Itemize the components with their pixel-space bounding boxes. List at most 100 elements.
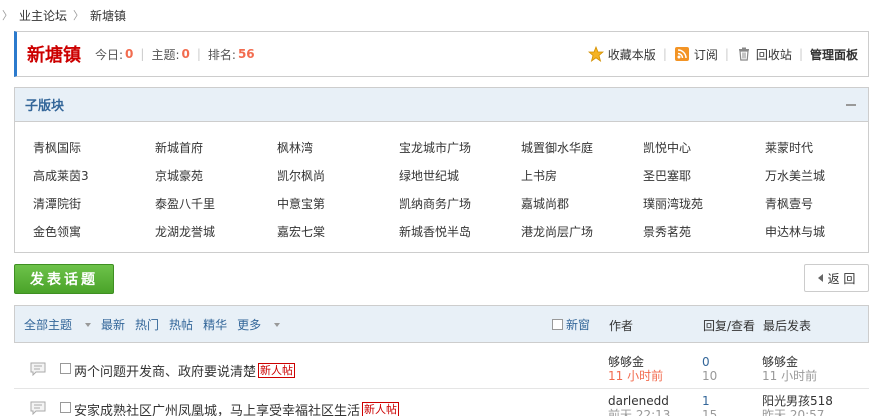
thread-checkbox[interactable] — [60, 402, 71, 413]
last-post-user[interactable]: 阳光男孩518 — [762, 394, 833, 408]
subforum-link[interactable]: 嘉城尚郡 — [521, 190, 643, 218]
filter-all-label: 全部主题 — [24, 317, 73, 332]
subforum-link[interactable]: 金色领寓 — [33, 218, 155, 246]
subscribe-button[interactable]: 订阅 — [674, 46, 718, 63]
new-topic-button[interactable]: 发表话题 — [14, 264, 114, 294]
back-button[interactable]: 返 回 — [804, 264, 869, 292]
subforum-link[interactable]: 绿地世纪城 — [399, 162, 521, 190]
new-window-label: 新窗 — [566, 318, 591, 332]
stat-rank-value: 56 — [237, 47, 255, 61]
reply-count[interactable]: 0 — [702, 355, 717, 369]
subforum-link[interactable]: 璞丽湾珑苑 — [643, 190, 765, 218]
subforum-link[interactable]: 高成莱茵3 — [33, 162, 155, 190]
filter-more[interactable]: 更多 — [237, 316, 281, 333]
back-label: 返 回 — [827, 271, 856, 286]
subforum-link[interactable]: 凯纳商务广场 — [399, 190, 521, 218]
view-count: 10 — [702, 369, 718, 383]
view-count: 15 — [702, 408, 718, 416]
subforum-link[interactable]: 宝龙城市广场 — [399, 134, 521, 162]
divider: | — [662, 47, 667, 61]
last-post-user[interactable]: 够够金 — [762, 355, 817, 369]
thread-counts: 1 15 — [702, 394, 717, 416]
subforum-panel: 子版块 青枫国际 新城首府 枫林湾 宝龙城市广场 城置御水华庭 凯悦中心 莱蒙时… — [14, 87, 869, 253]
thread-last-post: 够够金 11 小时前 — [762, 355, 817, 383]
subforum-link[interactable]: 龙湖龙誉城 — [155, 218, 277, 246]
thread-title[interactable]: 两个问题开发商、政府要说清楚 — [74, 361, 256, 380]
filter-digest[interactable]: 精华 — [203, 316, 227, 333]
subforum-link[interactable]: 申达林与城 — [765, 218, 883, 246]
trash-icon — [738, 47, 749, 61]
subforum-link[interactable]: 凯尔枫尚 — [277, 162, 399, 190]
subforum-link[interactable]: 上书房 — [521, 162, 643, 190]
subforum-link[interactable]: 嘉宏七棠 — [277, 218, 399, 246]
divider: | — [724, 47, 729, 61]
last-post-time[interactable]: 昨天 20:57 — [762, 408, 833, 416]
subforum-link[interactable]: 万水美兰城 — [765, 162, 883, 190]
subforum-panel-header: 子版块 — [15, 88, 868, 122]
thread-row: 两个问题开发商、政府要说清楚 新人帖 够够金 11 小时前 0 10 够够金 1… — [14, 351, 869, 389]
favorite-label: 收藏本版 — [607, 47, 656, 62]
new-window-checkbox[interactable] — [552, 319, 563, 330]
subforum-link[interactable]: 新城首府 — [155, 134, 277, 162]
new-window-toggle[interactable]: 新窗 — [552, 316, 590, 333]
subforum-link[interactable]: 景秀茗苑 — [643, 218, 765, 246]
thread-filters: 全部主题 最新 热门 热帖 精华 更多 — [24, 316, 290, 333]
thread-title-wrap: 安家成熟社区广州凤凰城，马上享受幸福社区生活 新人帖 — [74, 400, 400, 416]
comment-icon — [30, 362, 46, 376]
recycle-bin-button[interactable]: 回收站 — [736, 46, 792, 63]
subforum-link[interactable]: 港龙尚层广场 — [521, 218, 643, 246]
author-name[interactable]: 够够金 — [608, 355, 663, 369]
stat-rank-label: 排名: — [207, 47, 236, 62]
subforum-panel-title: 子版块 — [25, 99, 65, 114]
divider: | — [798, 47, 803, 61]
subforum-link[interactable]: 中意宝第 — [277, 190, 399, 218]
divider: | — [196, 47, 201, 61]
filter-hot[interactable]: 热帖 — [169, 316, 193, 333]
caret-left-icon — [817, 274, 823, 282]
filter-all[interactable]: 全部主题 — [24, 316, 92, 333]
subforum-link[interactable]: 青枫国际 — [33, 134, 155, 162]
chevron-right-icon: 〉 — [2, 9, 13, 22]
filter-popular[interactable]: 热门 — [135, 316, 159, 333]
chevron-down-icon — [85, 323, 92, 327]
breadcrumb-current[interactable]: 新塘镇 — [90, 7, 126, 24]
subforum-link[interactable]: 莱蒙时代 — [765, 134, 883, 162]
thread-author: darlenedd 前天 22:13 — [608, 394, 670, 416]
post-time: 前天 22:13 — [608, 408, 671, 416]
thread-author: 够够金 11 小时前 — [608, 355, 663, 383]
subforum-link[interactable]: 新城香悦半岛 — [399, 218, 521, 246]
subforum-link[interactable]: 圣巴塞耶 — [643, 162, 765, 190]
subforum-link[interactable]: 泰盈八千里 — [155, 190, 277, 218]
manage-panel-link[interactable]: 管理面板 — [810, 46, 858, 63]
thread-list-header: 全部主题 最新 热门 热帖 精华 更多 新窗 作者 回复/查看 最后发表 — [14, 305, 869, 343]
subscribe-label: 订阅 — [693, 47, 718, 62]
last-post-time[interactable]: 11 小时前 — [762, 369, 817, 383]
divider: | — [140, 47, 145, 61]
reply-count[interactable]: 1 — [702, 394, 717, 408]
stat-today-label: 今日: — [95, 47, 124, 62]
subforum-link[interactable]: 清潭院街 — [33, 190, 155, 218]
column-reply-view: 回复/查看 — [703, 319, 756, 333]
thread-checkbox[interactable] — [60, 363, 71, 374]
subforum-link[interactable]: 枫林湾 — [277, 134, 399, 162]
author-name[interactable]: darlenedd — [608, 394, 670, 408]
new-user-badge: 新人帖 — [258, 363, 296, 378]
forum-title[interactable]: 新塘镇 — [27, 41, 81, 67]
collapse-icon[interactable] — [846, 104, 856, 106]
favorite-button[interactable]: 收藏本版 — [587, 46, 656, 63]
recycle-bin-label: 回收站 — [755, 47, 792, 62]
subforum-link[interactable]: 京城豪苑 — [155, 162, 277, 190]
subforum-link[interactable]: 青枫壹号 — [765, 190, 883, 218]
thread-title-wrap: 两个问题开发商、政府要说清楚 新人帖 — [74, 361, 296, 380]
chevron-down-icon — [274, 323, 281, 327]
subforum-link[interactable]: 城置御水华庭 — [521, 134, 643, 162]
breadcrumb-forum-home[interactable]: 业主论坛 — [19, 7, 67, 24]
forum-stats: 今日: 0 | 主题: 0 | 排名: 56 — [95, 46, 255, 63]
filter-latest[interactable]: 最新 — [101, 316, 125, 333]
post-time: 11 小时前 — [608, 369, 664, 383]
subforum-link[interactable]: 凯悦中心 — [643, 134, 765, 162]
comment-icon — [30, 401, 46, 415]
thread-counts: 0 10 — [702, 355, 717, 383]
forum-header: 新塘镇 今日: 0 | 主题: 0 | 排名: 56 收藏本版 | 订阅 | 回… — [14, 31, 869, 77]
thread-title[interactable]: 安家成熟社区广州凤凰城，马上享受幸福社区生活 — [74, 400, 360, 416]
